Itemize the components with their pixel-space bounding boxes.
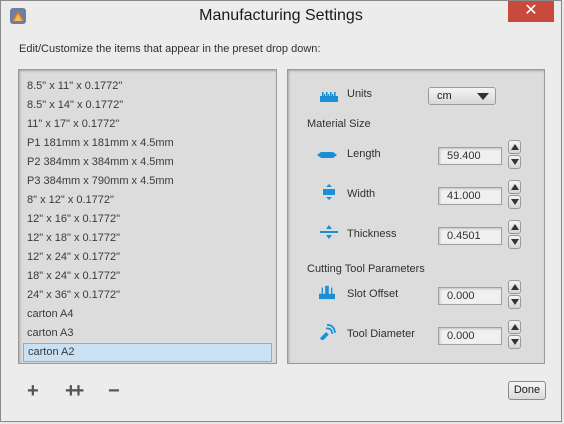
cutting-tool-heading: Cutting Tool Parameters — [307, 263, 425, 275]
slot-offset-label: Slot Offset — [347, 288, 399, 300]
length-increment-button[interactable] — [508, 140, 521, 154]
window-title: Manufacturing Settings — [199, 7, 363, 24]
arrow-down-icon — [511, 339, 519, 345]
slot-offset-stepper — [508, 280, 521, 309]
preset-list: 8.5" x 11" x 0.1772" 8.5" x 14" x 0.1772"… — [23, 77, 272, 362]
preset-list-item[interactable]: carton A2 — [23, 343, 272, 362]
ruler-icon — [320, 92, 338, 102]
thickness-increment-button[interactable] — [508, 220, 521, 234]
arrow-down-icon — [511, 199, 519, 205]
done-button[interactable]: Done — [508, 381, 546, 400]
length-decrement-button[interactable] — [508, 155, 521, 169]
slot-offset-decrement-button[interactable] — [508, 295, 521, 309]
preset-list-item[interactable]: carton A3 — [23, 324, 272, 343]
preset-list-item[interactable]: P3 384mm x 790mm x 4.5mm — [23, 172, 272, 191]
width-input[interactable]: 41.000 — [438, 187, 502, 205]
units-dropdown[interactable]: cm — [428, 87, 496, 105]
arrow-up-icon — [511, 144, 519, 150]
width-increment-button[interactable] — [508, 180, 521, 194]
tool-diameter-decrement-button[interactable] — [508, 335, 521, 349]
manufacturing-settings-window: Manufacturing Settings ✕ Edit/Customize … — [0, 0, 562, 422]
preset-list-panel: 8.5" x 11" x 0.1772" 8.5" x 14" x 0.1772"… — [18, 69, 277, 364]
thickness-label: Thickness — [347, 228, 397, 240]
units-value: cm — [437, 90, 452, 102]
thickness-input[interactable]: 0.4501 — [438, 227, 502, 245]
instructions-text: Edit/Customize the items that appear in … — [19, 43, 321, 55]
preset-list-item[interactable]: 11" x 17" x 0.1772" — [23, 115, 272, 134]
preset-list-item[interactable]: 12" x 18" x 0.1772" — [23, 229, 272, 248]
length-stepper — [508, 140, 521, 169]
length-label: Length — [347, 148, 381, 160]
preset-list-item[interactable]: 8.5" x 14" x 0.1772" — [23, 96, 272, 115]
width-decrement-button[interactable] — [508, 195, 521, 209]
length-input[interactable]: 59.400 — [438, 147, 502, 165]
tool-diameter-stepper — [508, 320, 521, 349]
arrow-down-icon — [511, 239, 519, 245]
arrow-up-icon — [511, 184, 519, 190]
width-label: Width — [347, 188, 376, 200]
slot-offset-icon — [319, 285, 335, 300]
arrow-up-icon — [511, 324, 519, 330]
add-multiple-button[interactable]: ++ — [65, 381, 84, 401]
close-button[interactable]: ✕ — [508, 1, 554, 22]
preset-list-item[interactable]: 12" x 16" x 0.1772" — [23, 210, 272, 229]
preset-list-item[interactable]: P2 384mm x 384mm x 4.5mm — [23, 153, 272, 172]
preset-list-item[interactable]: 12" x 24" x 0.1772" — [23, 248, 272, 267]
settings-panel: Units cm Material Size Length 59.400 Wid… — [287, 69, 545, 364]
width-stepper — [508, 180, 521, 209]
width-icon — [323, 184, 335, 200]
arrow-up-icon — [511, 284, 519, 290]
tool-diameter-input[interactable]: 0.000 — [438, 327, 502, 345]
tool-diameter-icon — [319, 324, 336, 340]
preset-list-item[interactable]: P1 181mm x 181mm x 4.5mm — [23, 134, 272, 153]
thickness-stepper — [508, 220, 521, 249]
thickness-icon — [320, 225, 338, 239]
chevron-down-icon — [477, 93, 489, 100]
units-label: Units — [347, 88, 373, 100]
slot-offset-increment-button[interactable] — [508, 280, 521, 294]
length-icon — [317, 152, 337, 158]
add-preset-button[interactable]: + — [27, 381, 39, 401]
thickness-decrement-button[interactable] — [508, 235, 521, 249]
material-size-heading: Material Size — [307, 118, 371, 130]
arrow-up-icon — [511, 224, 519, 230]
preset-list-item[interactable]: carton A4 — [23, 305, 272, 324]
arrow-down-icon — [511, 299, 519, 305]
slot-offset-input[interactable]: 0.000 — [438, 287, 502, 305]
tool-diameter-increment-button[interactable] — [508, 320, 521, 334]
arrow-down-icon — [511, 159, 519, 165]
tool-diameter-label: Tool Diameter — [347, 328, 415, 340]
remove-preset-button[interactable]: − — [108, 381, 120, 401]
preset-list-item[interactable]: 24" x 36" x 0.1772" — [23, 286, 272, 305]
preset-list-item[interactable]: 18" x 24" x 0.1772" — [23, 267, 272, 286]
preset-list-item[interactable]: 8" x 12" x 0.1772" — [23, 191, 272, 210]
title-bar[interactable]: Manufacturing Settings ✕ — [1, 1, 561, 32]
preset-list-item[interactable]: 8.5" x 11" x 0.1772" — [23, 77, 272, 96]
